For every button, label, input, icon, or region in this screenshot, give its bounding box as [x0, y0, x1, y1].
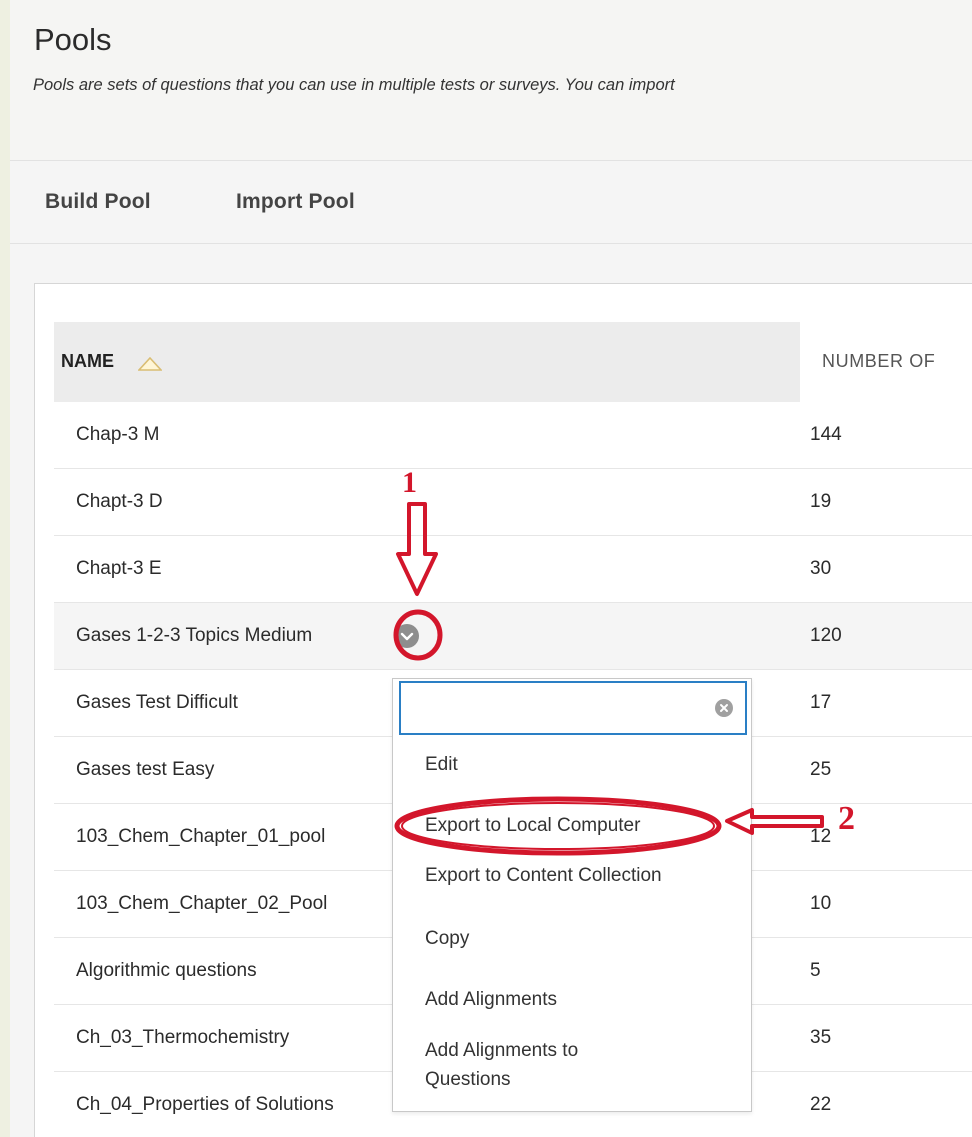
build-pool-button[interactable]: Build Pool	[45, 190, 151, 214]
name-column-header[interactable]: NAME	[54, 322, 800, 402]
question-count: 10	[810, 893, 832, 914]
question-count: 12	[810, 826, 832, 847]
question-count: 120	[810, 625, 842, 646]
question-count: 144	[810, 424, 842, 445]
table-header: NAME NUMBER OF	[54, 322, 972, 402]
import-pool-button[interactable]: Import Pool	[236, 190, 355, 214]
name-column-label: NAME	[61, 351, 114, 371]
pool-name[interactable]: Gases Test Difficult	[76, 692, 238, 714]
menu-item-export-local[interactable]: Export to Local Computer	[425, 815, 640, 837]
action-bar: Build Pool Import Pool	[10, 161, 972, 243]
pool-name[interactable]: Gases test Easy	[76, 759, 214, 781]
question-count: 25	[810, 759, 832, 780]
menu-item-export-content-collection[interactable]: Export to Content Collection	[425, 865, 662, 887]
question-count: 5	[810, 960, 821, 981]
pool-name[interactable]: Chap-3 M	[76, 424, 159, 446]
question-count: 17	[810, 692, 832, 713]
pool-name[interactable]: Chapt-3 E	[76, 558, 162, 580]
menu-item-add-alignments[interactable]: Add Alignments	[425, 989, 557, 1011]
clear-icon[interactable]	[715, 699, 733, 717]
number-of-questions-column-header[interactable]: NUMBER OF	[822, 351, 935, 372]
pool-name[interactable]: Gases 1-2-3 Topics Medium	[76, 625, 312, 647]
chevron-down-icon[interactable]	[395, 624, 419, 648]
pool-name[interactable]: 103_Chem_Chapter_01_pool	[76, 826, 325, 848]
pool-name[interactable]: Chapt-3 D	[76, 491, 163, 513]
question-count: 35	[810, 1027, 832, 1048]
table-row[interactable]: Chapt-3 E 30	[54, 536, 972, 603]
table-row-active[interactable]: Gases 1-2-3 Topics Medium 120	[54, 603, 972, 670]
page-description: Pools are sets of questions that you can…	[33, 76, 675, 94]
menu-search-input[interactable]	[399, 681, 747, 735]
context-menu: Edit Export to Local Computer Export to …	[392, 678, 752, 1112]
pool-name[interactable]: Algorithmic questions	[76, 960, 257, 982]
pool-name[interactable]: Ch_04_Properties of Solutions	[76, 1094, 334, 1116]
question-count: 30	[810, 558, 832, 579]
menu-item-add-alignments-to-questions[interactable]: Add Alignments to Questions	[425, 1036, 645, 1094]
table-row[interactable]: Chap-3 M 144	[54, 402, 972, 469]
page-title: Pools	[34, 22, 112, 57]
pool-name[interactable]: Ch_03_Thermochemistry	[76, 1027, 289, 1049]
question-count: 22	[810, 1094, 832, 1115]
menu-item-copy[interactable]: Copy	[425, 928, 469, 950]
page-header: Pools Pools are sets of questions that y…	[10, 0, 972, 160]
menu-item-edit[interactable]: Edit	[425, 754, 458, 776]
pool-name[interactable]: 103_Chem_Chapter_02_Pool	[76, 893, 327, 915]
sort-ascending-icon[interactable]	[138, 357, 162, 371]
question-count: 19	[810, 491, 832, 512]
left-edge-strip	[0, 0, 10, 1137]
table-row[interactable]: Chapt-3 D 19	[54, 469, 972, 536]
